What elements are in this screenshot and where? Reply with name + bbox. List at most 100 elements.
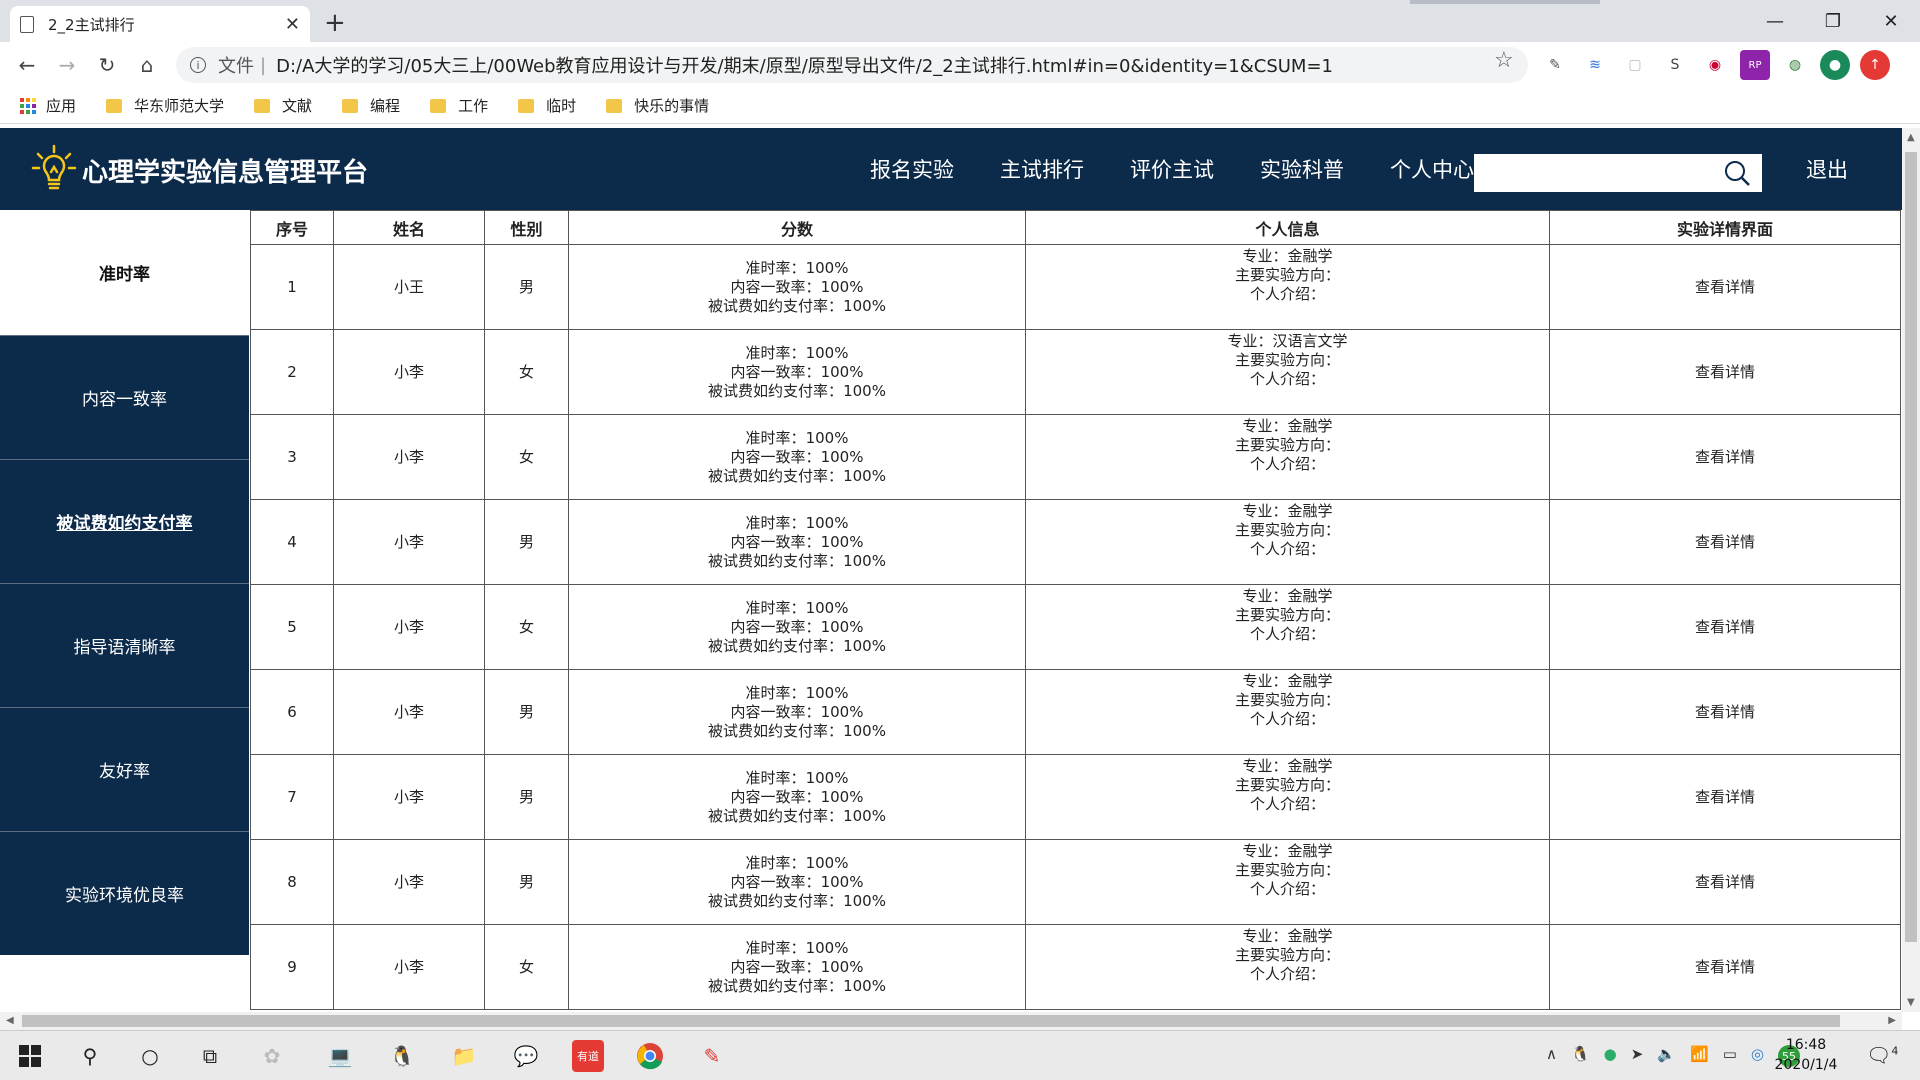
bookmark-apps[interactable]: 应用 (20, 95, 76, 116)
cell-name: 小李 (333, 414, 485, 500)
extension-page-icon[interactable]: ▢ (1620, 50, 1650, 80)
tray-wifi-icon[interactable]: 📶 (1690, 1045, 1709, 1067)
app-youdao-icon[interactable]: 有道 (572, 1040, 604, 1072)
info-value: 金融学 (1287, 927, 1333, 945)
score-label: 准时率： (745, 683, 806, 702)
cell-gender: 女 (484, 584, 569, 670)
nav-experimenter-ranking[interactable]: 主试排行 (1000, 154, 1084, 184)
info-major: 专业：金融学 (1026, 672, 1549, 691)
bookmark-folder[interactable]: 快乐的事情 (606, 95, 709, 116)
taskbar-clock[interactable]: 16:48 2020/1/4 (1766, 1035, 1846, 1075)
extension-rp-icon[interactable]: RP (1740, 50, 1770, 80)
extension-mask-icon[interactable]: ◉ (1700, 50, 1730, 80)
view-detail-link[interactable]: 查看详情 (1695, 873, 1755, 891)
info-value: 金融学 (1287, 842, 1333, 860)
info-major: 专业：金融学 (1026, 842, 1549, 861)
view-detail-link[interactable]: 查看详情 (1695, 958, 1755, 976)
cortana-icon[interactable]: ○ (134, 1040, 166, 1072)
scroll-left-icon[interactable]: ◀ (6, 1015, 14, 1026)
tray-expand-icon[interactable]: ∧ (1546, 1045, 1557, 1067)
folder-icon (254, 98, 271, 113)
info-value: 汉语言文学 (1272, 332, 1348, 350)
search-icon[interactable] (1724, 160, 1750, 186)
bookmark-star-icon[interactable]: ☆ (1494, 48, 1514, 73)
tray-volume-icon[interactable]: 🔈 (1657, 1045, 1676, 1067)
nav-rate-experimenter[interactable]: 评价主试 (1130, 154, 1214, 184)
tab-close-icon[interactable]: ✕ (285, 14, 300, 35)
app-explorer-icon[interactable]: 📁 (448, 1040, 480, 1072)
url-text[interactable]: D:/A大学的学习/05大三上/00Web教育应用设计与开发/期末/原型/原型导… (276, 52, 1333, 78)
forward-icon[interactable]: → (52, 50, 82, 80)
view-detail-link[interactable]: 查看详情 (1695, 448, 1755, 466)
bookmark-folder[interactable]: 编程 (342, 95, 400, 116)
horizontal-scrollbar[interactable]: ◀ ▶ (0, 1012, 1902, 1030)
extension-stack-icon[interactable]: ≋ (1580, 50, 1610, 80)
score-value: 100% (820, 277, 864, 296)
sidebar-item-instruction-clarity[interactable]: 指导语清晰率 (0, 583, 249, 707)
reload-icon[interactable]: ↻ (92, 50, 122, 80)
table-row: 4 小李男准时率：100% 内容一致率：100% 被试费如约支付率：100% 专业：金融… (250, 499, 1901, 585)
tray-qq-icon[interactable]: 🐧 (1571, 1045, 1590, 1067)
sidebar-item-friendliness[interactable]: 友好率 (0, 707, 249, 831)
sidebar-item-payment-rate[interactable]: 被试费如约支付率 (0, 459, 249, 583)
app-laptop-icon[interactable]: 💻 (324, 1040, 356, 1072)
view-detail-link[interactable]: 查看详情 (1695, 618, 1755, 636)
extension-globe-icon[interactable]: ◍ (1780, 50, 1810, 80)
vertical-scrollbar[interactable]: ▲ ▼ (1902, 128, 1920, 1012)
view-detail-link[interactable]: 查看详情 (1695, 363, 1755, 381)
extension-pen-icon[interactable]: ✎ (1540, 50, 1570, 80)
view-detail-link[interactable]: 查看详情 (1695, 533, 1755, 551)
info-label: 专业： (1242, 927, 1288, 945)
tray-send-icon[interactable]: ➤ (1631, 1045, 1644, 1067)
app-qq-icon[interactable]: 🐧 (386, 1040, 418, 1072)
logout-link[interactable]: 退出 (1806, 154, 1848, 184)
tray-battery-icon[interactable]: ▭ (1723, 1045, 1737, 1067)
app-pinwheel-icon[interactable]: ✿ (256, 1040, 288, 1072)
bookmark-folder[interactable]: 文献 (254, 95, 312, 116)
score-on-time: 准时率：100% (569, 599, 1025, 618)
taskbar-search-icon[interactable]: ⚲ (74, 1040, 106, 1072)
view-detail-link[interactable]: 查看详情 (1695, 703, 1755, 721)
info-label: 主要实验方向： (1234, 691, 1340, 709)
scroll-up-icon[interactable]: ▲ (1907, 132, 1915, 143)
view-detail-link[interactable]: 查看详情 (1695, 278, 1755, 296)
app-axure-icon[interactable]: ✎ (696, 1040, 728, 1072)
info-value: 金融学 (1287, 672, 1333, 690)
extension-update-icon[interactable]: ↑ (1860, 50, 1890, 80)
browser-tab[interactable]: 2_2主试排行 ✕ (10, 6, 310, 42)
address-bar[interactable]: i 文件 | D:/A大学的学习/05大三上/00Web教育应用设计与开发/期末… (176, 47, 1528, 83)
info-icon[interactable]: i (190, 57, 206, 73)
view-detail-link[interactable]: 查看详情 (1695, 788, 1755, 806)
scroll-down-icon[interactable]: ▼ (1907, 997, 1915, 1008)
extension-user-icon[interactable]: ● (1820, 50, 1850, 80)
app-chrome-icon[interactable] (634, 1040, 666, 1072)
nav-signup-experiment[interactable]: 报名实验 (870, 154, 954, 184)
sidebar-item-content-consistency[interactable]: 内容一致率 (0, 335, 249, 459)
close-window-icon[interactable]: ✕ (1862, 0, 1920, 42)
nav-personal-center[interactable]: 个人中心 (1390, 154, 1474, 184)
scroll-right-icon[interactable]: ▶ (1888, 1015, 1896, 1026)
bookmark-folder[interactable]: 临时 (518, 95, 576, 116)
minimize-icon[interactable]: — (1746, 0, 1804, 42)
horizontal-scroll-thumb[interactable] (22, 1015, 1840, 1027)
extension-s-icon[interactable]: S (1660, 50, 1690, 80)
sidebar-item-environment-quality[interactable]: 实验环境优良率 (0, 831, 249, 955)
windows-start-icon[interactable] (14, 1040, 46, 1072)
task-view-icon[interactable]: ⧉ (194, 1040, 226, 1072)
sidebar-item-on-time-rate[interactable]: 准时率 (0, 210, 249, 335)
back-icon[interactable]: ← (12, 50, 42, 80)
tray-pen-icon[interactable]: ◎ (1751, 1045, 1764, 1067)
info-label: 个人介绍： (1249, 795, 1325, 813)
sidebar-item-label: 指导语清晰率 (73, 638, 176, 658)
bookmark-folder[interactable]: 工作 (430, 95, 488, 116)
bookmark-folder[interactable]: 华东师范大学 (106, 95, 224, 116)
notification-icon[interactable]: 🗨4 (1866, 1043, 1898, 1067)
new-tab-button[interactable]: + (324, 8, 346, 38)
app-wechat-icon[interactable]: 💬 (510, 1040, 542, 1072)
home-icon[interactable]: ⌂ (132, 50, 162, 80)
tray-wechat-icon[interactable]: ● (1604, 1045, 1617, 1067)
search-input[interactable] (1474, 154, 1714, 192)
vertical-scroll-thumb[interactable] (1905, 152, 1917, 942)
nav-experiment-science[interactable]: 实验科普 (1260, 154, 1344, 184)
restore-icon[interactable]: ❐ (1804, 0, 1862, 42)
